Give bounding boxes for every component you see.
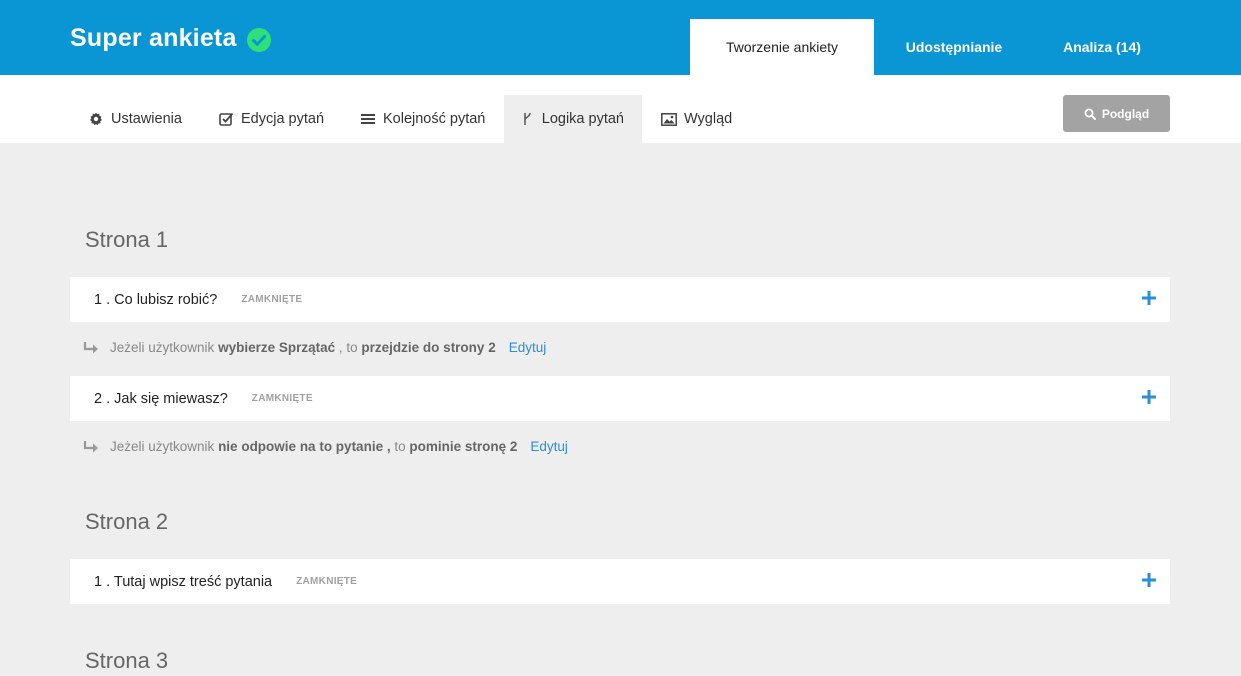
subnav-label: Kolejność pytań: [383, 111, 486, 127]
plus-icon[interactable]: [1142, 573, 1156, 587]
tab-label: Tworzenie ankiety: [725, 39, 839, 55]
subnav-label: Edycja pytań: [241, 111, 325, 127]
survey-title: Super ankieta: [70, 24, 237, 52]
logic-action: pominie stronę 2: [409, 439, 518, 454]
subnav-label: Wygląd: [684, 111, 733, 127]
logic-middle: , to: [338, 340, 358, 355]
question-type-badge: ZAMKNIĘTE: [296, 576, 358, 587]
preview-button[interactable]: Podgląd: [1063, 95, 1170, 132]
question-row[interactable]: 1 . Tutaj wpisz treść pytania ZAMKNIĘTE: [70, 559, 1170, 604]
logic-prefix: Jeżeli użytkownik: [110, 439, 215, 454]
question-type-badge: ZAMKNIĘTE: [241, 294, 303, 305]
subnav-item-settings[interactable]: Ustawienia: [70, 95, 200, 143]
turn-arrow-icon: [83, 341, 98, 353]
logic-prefix: Jeżeli użytkownik: [110, 340, 215, 355]
preview-label: Podgląd: [1101, 106, 1150, 121]
check-circle-icon: [247, 28, 271, 52]
edit-logic-link[interactable]: Edytuj: [509, 340, 547, 355]
tab-analysis[interactable]: Analiza (14): [1034, 19, 1170, 75]
gear-icon: [88, 111, 104, 127]
logic-rule: Jeżeli użytkownik nie odpowie na to pyta…: [82, 439, 568, 454]
logic-condition: wybierze Sprzątać: [218, 340, 336, 355]
plus-icon[interactable]: [1142, 390, 1156, 404]
logic-middle: to: [394, 439, 406, 454]
logic-rule: Jeżeli użytkownik wybierze Sprzątać , to…: [82, 340, 546, 355]
question-row[interactable]: 2 . Jak się miewasz? ZAMKNIĘTE: [70, 376, 1170, 421]
tab-survey-creation[interactable]: Tworzenie ankiety: [690, 19, 874, 75]
search-icon: [1084, 108, 1096, 120]
logic-condition: nie odpowie na to pytanie ,: [218, 439, 391, 454]
question-row[interactable]: 1 . Co lubisz robić? ZAMKNIĘTE: [70, 277, 1170, 322]
page-heading: Strona 2: [85, 509, 169, 534]
branch-icon: [522, 111, 535, 127]
subnav-label: Ustawienia: [111, 111, 182, 127]
subnav-item-question-logic[interactable]: Logika pytań: [504, 95, 642, 143]
edit-logic-link[interactable]: Edytuj: [530, 439, 568, 454]
page-heading: Strona 1: [85, 227, 169, 252]
subnav-label: Logika pytań: [541, 111, 624, 127]
logic-action: przejdzie do strony 2: [361, 340, 496, 355]
page-heading: Strona 3: [85, 648, 169, 673]
sub-navigation: Ustawienia Edycja pytań Kolejność pytań …: [0, 75, 1241, 143]
image-icon: [661, 111, 677, 127]
subnav-item-appearance[interactable]: Wygląd: [643, 95, 750, 143]
top-header: Super ankieta Tworzenie ankiety Udostępn…: [0, 0, 1241, 75]
subnav-item-edit-questions[interactable]: Edycja pytań: [200, 95, 342, 143]
tab-label: Udostępnianie: [905, 39, 1003, 55]
checkbox-icon: [218, 111, 234, 127]
question-text: 1 . Tutaj wpisz treść pytania: [94, 573, 273, 590]
tab-sharing[interactable]: Udostępnianie: [874, 19, 1034, 75]
plus-icon[interactable]: [1142, 291, 1156, 305]
subnav-item-question-order[interactable]: Kolejność pytań: [342, 95, 503, 143]
question-text: 1 . Co lubisz robić?: [94, 291, 218, 308]
question-type-badge: ZAMKNIĘTE: [251, 393, 313, 404]
turn-arrow-icon: [83, 440, 98, 452]
question-text: 2 . Jak się miewasz?: [94, 390, 228, 407]
list-icon: [360, 111, 376, 127]
tab-label: Analiza (14): [1063, 39, 1141, 55]
